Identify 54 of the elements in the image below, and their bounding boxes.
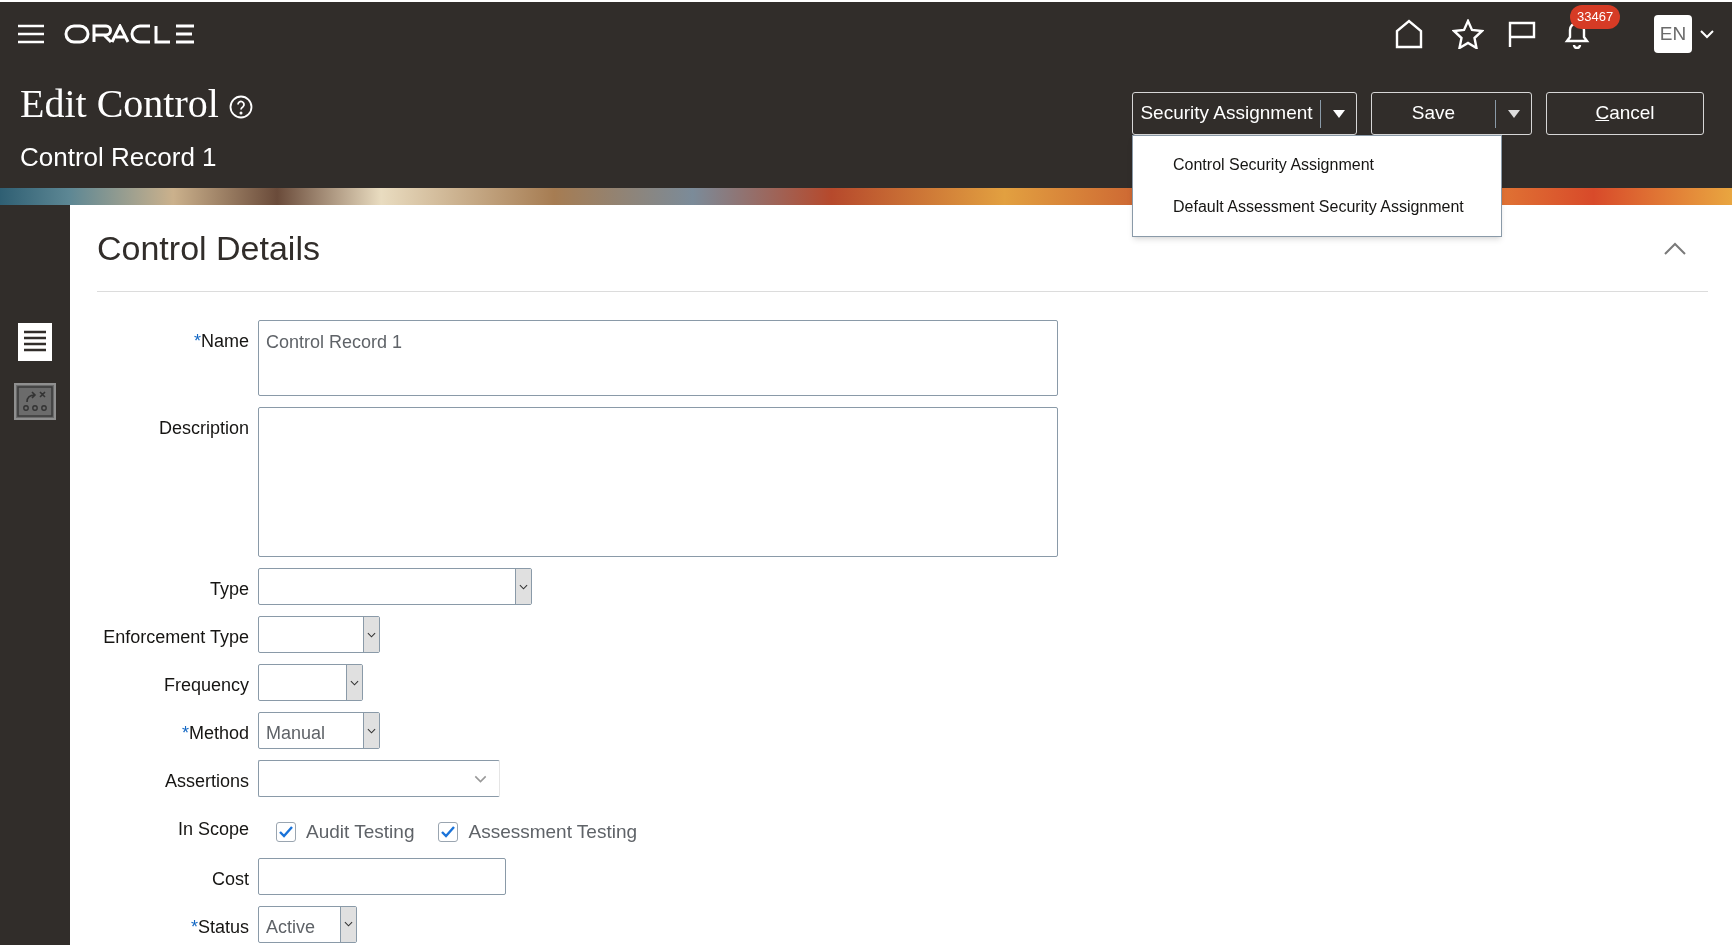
chevron-down-icon — [474, 774, 487, 783]
field-label: Method — [188, 722, 249, 745]
field-label: Status — [197, 915, 249, 939]
required-mark: * — [193, 330, 201, 353]
field-label: Type — [209, 578, 249, 601]
flag-icon[interactable] — [1508, 20, 1536, 48]
select-field[interactable]: Active — [258, 905, 357, 943]
caret-down-icon — [1332, 109, 1345, 118]
field-label: Cost — [212, 867, 249, 891]
chevron-down-icon — [344, 921, 353, 927]
text-field[interactable] — [258, 857, 506, 895]
field-label: Enforcement Type — [103, 626, 249, 649]
field-label: Name — [201, 330, 249, 353]
required-mark: * — [190, 915, 198, 939]
check-icon — [441, 826, 456, 839]
page-title: Edit Control — [20, 80, 219, 128]
oracle-logo-icon — [64, 24, 196, 44]
split-button[interactable]: Save — [1371, 92, 1532, 135]
list-icon[interactable] — [18, 323, 52, 361]
help-icon[interactable] — [228, 95, 253, 119]
caret-down-icon — [1507, 109, 1520, 118]
select-field[interactable] — [258, 568, 532, 605]
cancel-button[interactable]: Cancel — [1546, 92, 1704, 135]
chevron-down-icon — [519, 583, 528, 590]
notification-badge: 33467 — [1570, 5, 1621, 29]
checkbox[interactable] — [276, 822, 296, 843]
chevron-down-icon[interactable] — [1700, 29, 1714, 39]
checkbox-label[interactable]: Audit Testing — [306, 818, 415, 847]
select-field[interactable] — [258, 616, 380, 653]
page-subtitle: Control Record 1 — [20, 141, 218, 174]
field-label: Frequency — [163, 674, 249, 697]
chevron-up-icon[interactable] — [1664, 241, 1686, 255]
section-title: Control Details — [97, 227, 320, 269]
menu-item[interactable]: Control Security Assignment — [1133, 144, 1501, 186]
language-button[interactable]: EN — [1654, 15, 1692, 53]
required-mark: * — [181, 722, 189, 745]
menu-icon[interactable] — [18, 24, 44, 44]
checkbox[interactable] — [438, 822, 459, 843]
chevron-down-icon — [350, 679, 359, 686]
text-area[interactable]: Control Record 1 — [258, 320, 1058, 396]
select-field[interactable] — [258, 664, 363, 701]
select-field[interactable]: Manual — [258, 712, 380, 749]
field-label: Assertions — [164, 770, 249, 793]
chevron-down-icon — [367, 727, 376, 734]
star-icon[interactable] — [1452, 19, 1484, 49]
checkbox-label[interactable]: Assessment Testing — [468, 818, 638, 847]
field-label: In Scope — [177, 818, 249, 841]
tasks-icon[interactable] — [14, 383, 56, 420]
home-icon[interactable] — [1394, 19, 1424, 49]
menu-item[interactable]: Default Assessment Security Assignment — [1133, 186, 1501, 228]
check-icon — [279, 826, 293, 839]
field-label: Description — [158, 417, 249, 440]
combo-field[interactable] — [258, 760, 500, 797]
chevron-down-icon — [367, 631, 376, 638]
